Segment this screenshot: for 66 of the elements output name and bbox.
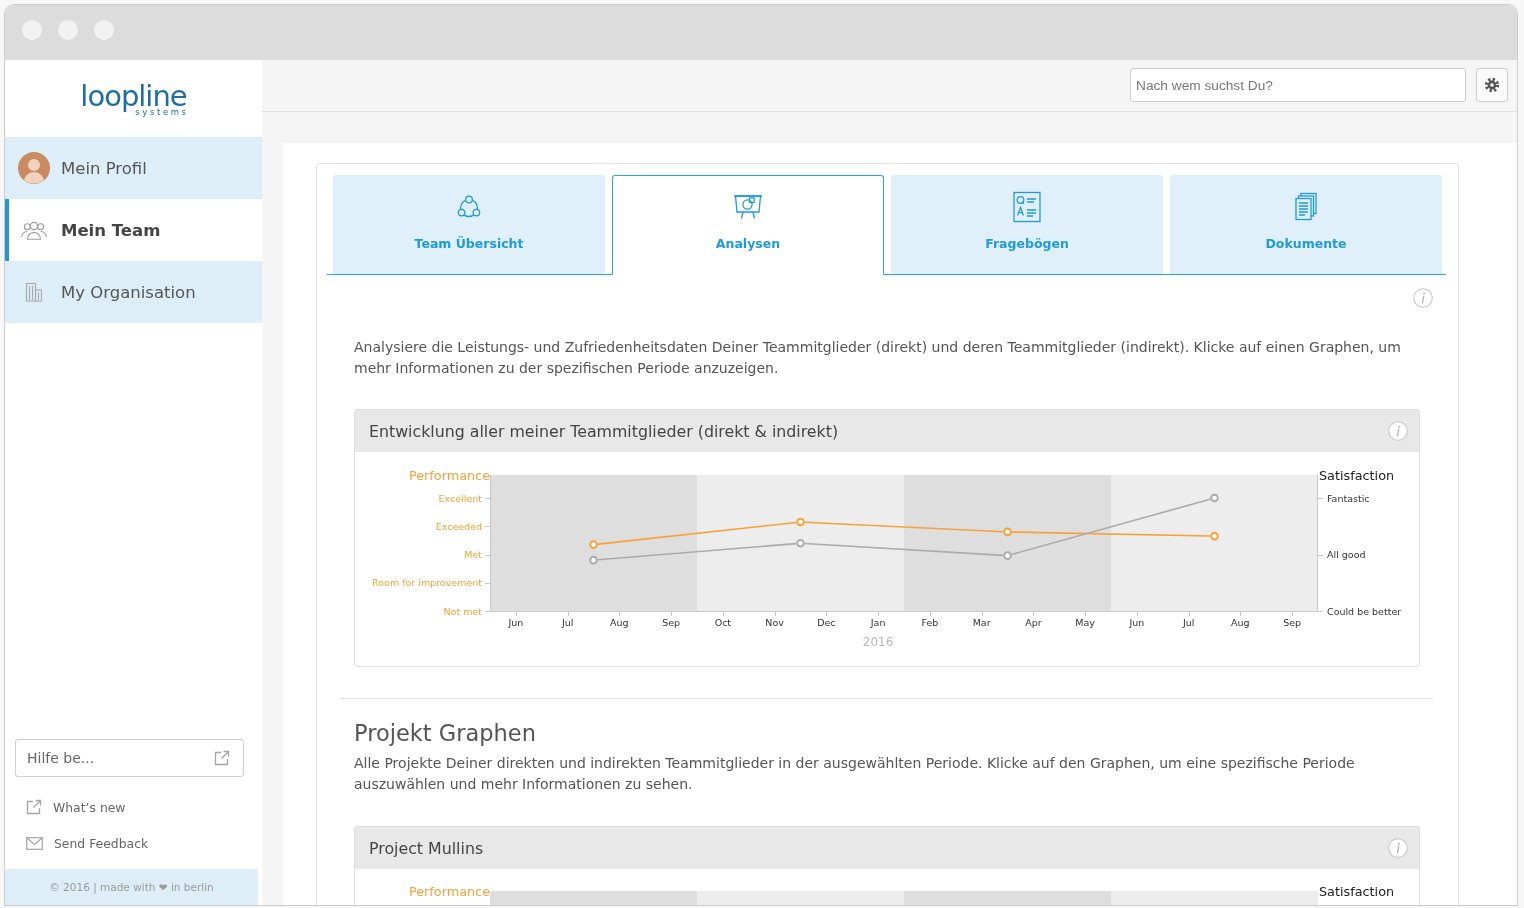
data-point[interactable] (796, 517, 805, 527)
x-tick-label: Sep (1283, 617, 1302, 628)
settings-button[interactable] (1476, 68, 1508, 102)
x-tick-label: Oct (714, 617, 732, 628)
intro-text: Analysiere die Leistungs- und Zufriedenheitsdaten Deiner Teammitglieder (direkt) und deren Teammitglieder (indirekt). Klicke auf einen Graphen, um mehr Informationen zu der spezifischen Periode anzuzeigen. (354, 338, 1402, 378)
y-tick-label: Room for improvement (372, 577, 482, 589)
y-tick-label: Could be better (1327, 605, 1402, 617)
section-description: Alle Projekte Deiner direkten und indirekten Teammitglieder in der ausgewählten Periode. Klicke auf den Graphen, um eine spezifische Periode auszuwählen und mehr Informationen zu sehen. (354, 754, 1356, 794)
sidebar-link[interactable]: Send Feedback (5, 825, 262, 861)
nav-item[interactable]: My Organisation (5, 261, 262, 323)
chart-title: Project Mullins (369, 838, 484, 858)
data-point[interactable] (796, 538, 805, 548)
y-axis-title: Satisfaction (1319, 884, 1395, 899)
envelope-icon (26, 836, 43, 850)
data-point[interactable] (1210, 531, 1219, 541)
data-point[interactable] (1003, 551, 1012, 560)
x-tick-label: Dec (817, 617, 836, 628)
x-tick-label: Aug (610, 617, 629, 628)
question-answer-icon (1011, 191, 1043, 223)
chart-title: Entwicklung aller meiner Teammitglieder (direkt & indirekt) (369, 421, 839, 441)
info-icon[interactable] (1413, 288, 1433, 308)
y-axis-title: Performance (408, 884, 490, 899)
sidebar-link[interactable]: What’s new (5, 789, 262, 825)
y-tick-label: Not met (443, 605, 482, 617)
search-field[interactable]: Nach wem suchst Du? (1130, 68, 1466, 102)
data-point[interactable] (589, 555, 598, 565)
data-point[interactable] (1003, 527, 1012, 537)
data-point[interactable] (589, 540, 598, 549)
trend-line[interactable] (597, 498, 1211, 561)
x-tick-label: Nov (765, 617, 784, 628)
x-tick-label: May (1075, 617, 1095, 628)
external-link-icon (26, 799, 42, 815)
data-point[interactable] (1210, 493, 1219, 503)
info-icon[interactable] (1388, 838, 1408, 858)
avatar-icon (18, 152, 50, 184)
y-tick-label: All good (1327, 549, 1366, 560)
year-label: 2016 (862, 635, 894, 649)
x-tick-label: Sep (662, 617, 681, 628)
building-icon (25, 282, 43, 302)
x-tick-label: Jul (1182, 617, 1195, 628)
x-tick-label: Jun (1129, 617, 1145, 628)
x-tick-label: Jun (508, 617, 524, 628)
chart-card[interactable] (354, 409, 1420, 667)
x-tick-label: Feb (921, 617, 939, 628)
y-tick-label: Excellent (438, 492, 482, 504)
y-tick-label: Met (464, 549, 482, 560)
copyright-text: © 2016 | made with ❤ in berlin (49, 881, 214, 893)
people-icon (21, 220, 47, 240)
y-tick-label: Exceeded (435, 520, 482, 532)
y-axis-title: Satisfaction (1319, 467, 1395, 483)
x-tick-label: Jan (870, 617, 886, 628)
section-heading: Projekt Graphen (354, 719, 537, 747)
y-tick-label: Fantastic (1327, 492, 1370, 504)
x-tick-label: Apr (1025, 617, 1042, 628)
settings-icon (1484, 77, 1500, 93)
x-tick-label: Jul (561, 617, 574, 628)
info-icon[interactable] (1388, 421, 1408, 441)
trend-line[interactable] (597, 521, 1211, 545)
help-button[interactable]: Hilfe be... (15, 739, 244, 777)
x-tick-label: Aug (1231, 617, 1250, 628)
chart-card[interactable]: Project Mullins Performance Satisfaction (354, 826, 1420, 905)
nav-item[interactable]: Mein Profil (5, 137, 262, 199)
external-link-icon (214, 750, 230, 766)
y-axis-title: Performance (408, 467, 490, 483)
x-tick-label: Mar (972, 617, 991, 628)
tab[interactable]: Analysen (612, 175, 884, 275)
